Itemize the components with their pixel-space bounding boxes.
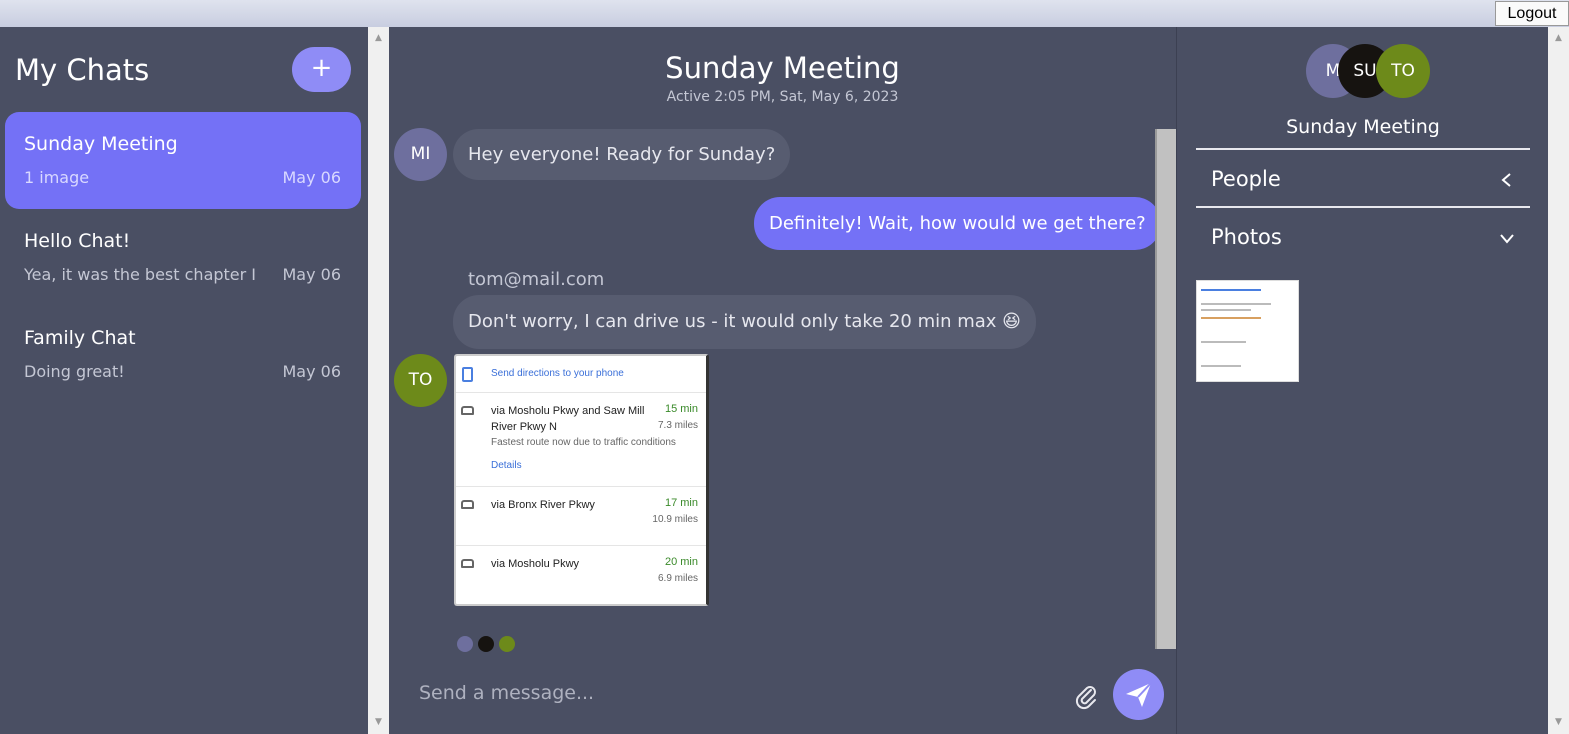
message-sender: tom@mail.com [468, 269, 605, 290]
avatar: MI [394, 128, 447, 181]
car-icon [461, 406, 474, 415]
phone-icon [462, 367, 473, 382]
scroll-down-arrow-icon[interactable]: ▼ [1548, 717, 1569, 727]
read-receipt-avatar [499, 636, 515, 652]
route-duration: 15 min [664, 403, 698, 415]
chat-scrollbar-thumb[interactable] [1155, 129, 1176, 649]
chat-details-panel: M SU TO Sunday Meeting People Photos [1176, 27, 1548, 734]
chat-preview: Yea, it was the best chapter I [24, 265, 257, 284]
divider [1196, 148, 1530, 150]
message-input[interactable]: Send a message... [419, 682, 594, 704]
directions-header-text: Send directions to your phone [491, 368, 624, 379]
route-via: via Mosholu Pkwy [491, 558, 580, 570]
read-receipt-avatar [457, 636, 473, 652]
chat-date: May 06 [282, 362, 341, 381]
route-distance: 10.9 miles [652, 514, 698, 525]
message-bubble-incoming: Hey everyone! Ready for Sunday? [453, 129, 791, 180]
page-scrollbar[interactable]: ▲ ▼ [1548, 27, 1569, 734]
scroll-up-arrow-icon[interactable]: ▲ [368, 33, 389, 43]
route-note: Fastest route now due to traffic conditi… [491, 437, 676, 448]
directions-image[interactable]: Send directions to your phone via Moshol… [454, 354, 709, 606]
route-via: via Mosholu Pkwy and Saw Mill River Pkwy… [491, 405, 645, 433]
chat-preview: Doing great! [24, 362, 125, 381]
chat-name: Family Chat [24, 327, 136, 349]
route-distance: 6.9 miles [657, 573, 698, 584]
paperclip-icon[interactable] [1075, 684, 1099, 710]
group-name: Sunday Meeting [1286, 116, 1440, 138]
avatar: TO [394, 354, 447, 407]
route-duration: 20 min [664, 556, 698, 568]
sidebar-scrollbar[interactable]: ▲ ▼ [368, 27, 389, 734]
route-distance: 7.3 miles [657, 420, 698, 431]
top-bar: Logout [0, 0, 1569, 27]
chat-date: May 06 [282, 168, 341, 187]
photo-thumbnail[interactable] [1196, 280, 1299, 382]
chat-name: Sunday Meeting [24, 133, 178, 155]
chat-date: May 06 [282, 265, 341, 284]
chevron-down-icon[interactable] [1500, 231, 1514, 245]
send-icon [1126, 682, 1152, 707]
send-button[interactable] [1113, 669, 1164, 720]
car-icon [461, 559, 474, 568]
logout-button[interactable]: Logout [1495, 1, 1569, 26]
route-duration: 17 min [664, 497, 698, 509]
chat-list-sidebar: My Chats + Sunday Meeting 1 image May 06… [0, 27, 368, 734]
people-section-toggle[interactable]: People [1211, 167, 1281, 191]
route-option: via Mosholu Pkwy 20 min 6.9 miles [456, 546, 706, 604]
route-via: via Bronx River Pkwy [491, 499, 595, 511]
chat-preview: 1 image [24, 168, 90, 187]
chat-window: Sunday Meeting Active 2:05 PM, Sat, May … [389, 27, 1176, 734]
scroll-down-arrow-icon[interactable]: ▼ [368, 717, 389, 727]
chat-item-hello-chat[interactable]: Hello Chat! Yea, it was the best chapter… [5, 209, 361, 306]
member-avatar: TO [1376, 44, 1430, 98]
chat-name: Hello Chat! [24, 230, 131, 252]
route-option: via Mosholu Pkwy and Saw Mill River Pkwy… [456, 393, 706, 487]
scroll-up-arrow-icon[interactable]: ▲ [1548, 33, 1569, 43]
message-bubble-outgoing: Definitely! Wait, how would we get there… [754, 197, 1161, 250]
photos-section-toggle[interactable]: Photos [1211, 225, 1282, 249]
new-chat-button[interactable]: + [292, 47, 351, 92]
car-icon [461, 500, 474, 509]
chat-item-family-chat[interactable]: Family Chat Doing great! May 06 [5, 306, 361, 403]
chevron-left-icon[interactable] [1500, 173, 1514, 187]
chat-item-sunday-meeting[interactable]: Sunday Meeting 1 image May 06 [5, 112, 361, 209]
divider [1196, 206, 1530, 208]
sidebar-title: My Chats [15, 53, 150, 87]
route-option: via Bronx River Pkwy 17 min 10.9 miles [456, 487, 706, 546]
read-receipt-avatar [478, 636, 494, 652]
directions-header: Send directions to your phone [456, 356, 706, 393]
chat-status: Active 2:05 PM, Sat, May 6, 2023 [666, 89, 899, 105]
message-bubble-incoming: Don't worry, I can drive us - it would o… [453, 295, 1036, 349]
chat-title: Sunday Meeting [665, 51, 900, 85]
route-details-link: Details [491, 460, 522, 471]
